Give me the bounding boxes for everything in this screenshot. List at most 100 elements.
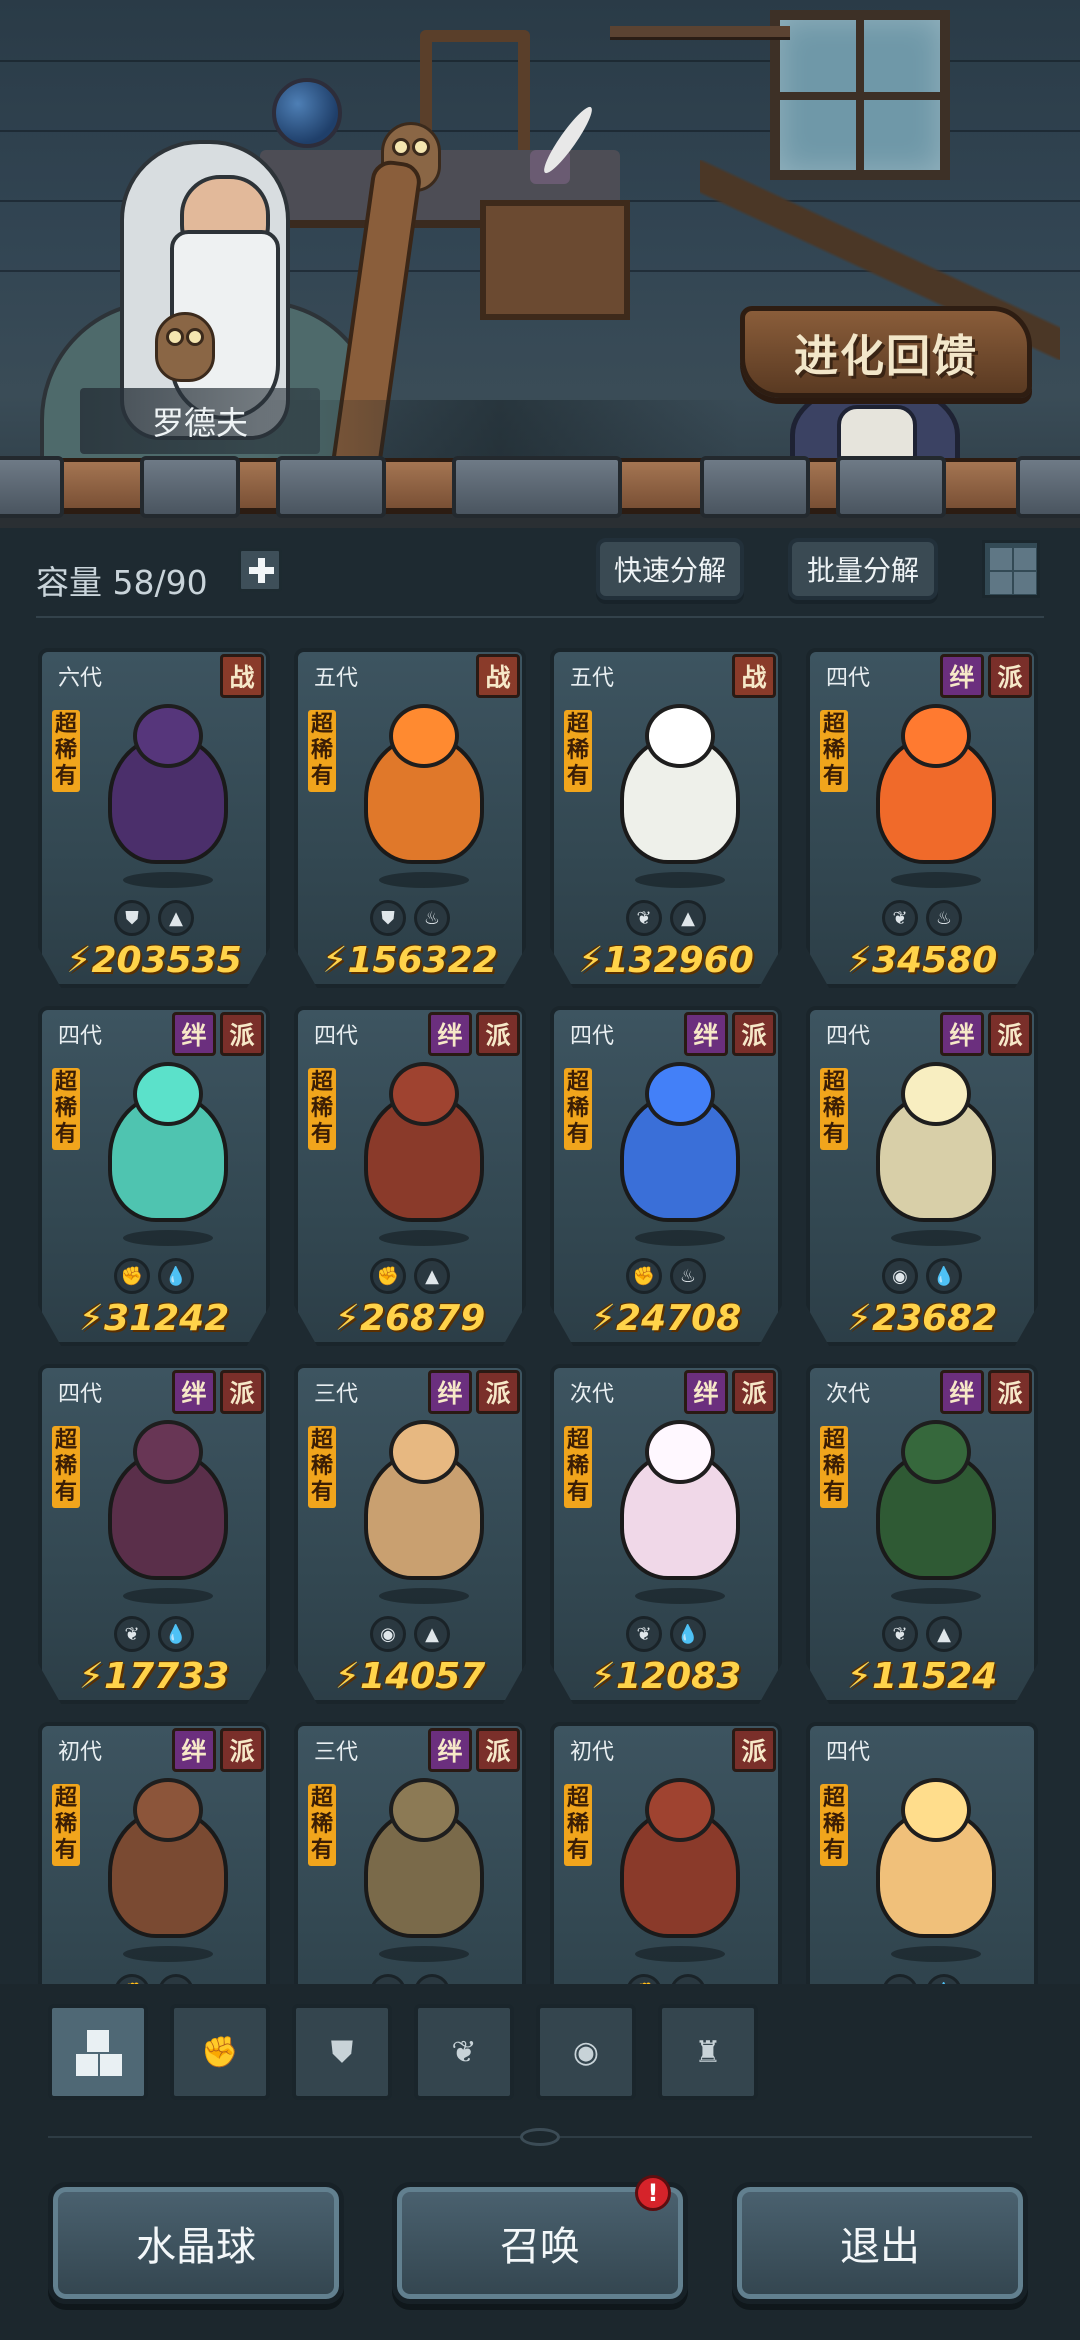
shield-icon: ⛊ xyxy=(330,2034,354,2070)
shield-icon: ⛊ xyxy=(114,900,150,936)
fist-icon: ✊ xyxy=(114,1974,150,1984)
creature-head xyxy=(389,1062,459,1126)
rarity-char: 超 xyxy=(310,712,333,737)
fire-icon: ♨ xyxy=(414,1974,450,1984)
combat-power: ⚡14057 xyxy=(298,1656,522,1697)
platform-stone xyxy=(1016,456,1080,518)
sprout-icon: ❦ xyxy=(882,1974,918,1984)
trait-tag: 绊 xyxy=(684,1370,728,1414)
creature-head xyxy=(901,1420,971,1484)
rarity-char: 稀 xyxy=(54,1096,77,1121)
creature-card[interactable]: 次代 绊派 超稀有 ❦ 💧 ⚡12083 xyxy=(550,1364,782,1704)
inventory-header: 容量 58/90 快速分解 批量分解 xyxy=(0,528,1080,618)
wooden-platform xyxy=(0,456,1080,528)
sprout-icon: ❦ xyxy=(114,1616,150,1652)
rarity-char: 超 xyxy=(310,1070,333,1095)
combat-power: ⚡23682 xyxy=(810,1298,1034,1339)
creature-card[interactable]: 五代 战 超稀有 ❦ ▲ ⚡132960 xyxy=(550,648,782,988)
rarity-char: 超 xyxy=(566,712,589,737)
water-icon: 💧 xyxy=(926,1974,962,1984)
rarity-badge: 超稀有 xyxy=(52,710,80,792)
creature-portrait xyxy=(856,1778,1016,1968)
creature-shadow xyxy=(379,1230,469,1246)
trait-tag: 战 xyxy=(220,654,264,698)
creature-shadow xyxy=(123,1230,213,1246)
rarity-char: 有 xyxy=(822,1838,845,1863)
creature-card[interactable]: 四代 绊派 超稀有 ❦ ♨ ⚡34580 xyxy=(806,648,1038,988)
combat-power: ⚡26879 xyxy=(298,1298,522,1339)
filter-tab-fist[interactable]: ✊ xyxy=(170,2004,270,2100)
owl-eye xyxy=(186,328,204,346)
power-icon: ⚡ xyxy=(846,940,873,981)
creature-card[interactable]: 四代 绊派 超稀有 ✊ ▲ ⚡26879 xyxy=(294,1006,526,1346)
platform-stone xyxy=(452,456,622,518)
combat-power: ⚡31242 xyxy=(42,1298,266,1339)
power-icon: ⚡ xyxy=(590,1656,617,1697)
creature-card[interactable]: 四代 绊派 超稀有 ✊ 💧 ⚡31242 xyxy=(38,1006,270,1346)
combat-power-value: 14057 xyxy=(360,1656,486,1697)
creature-card[interactable]: 四代 绊派 超稀有 ✊ ♨ ⚡24708 xyxy=(550,1006,782,1346)
combat-power: ⚡11524 xyxy=(810,1656,1034,1697)
trait-tag: 绊 xyxy=(940,1012,984,1056)
evolution-feedback-button[interactable]: 进化回馈 xyxy=(740,306,1032,398)
summon-button[interactable]: 召唤 ! xyxy=(392,2175,688,2304)
filter-tab-alien[interactable]: ◉ xyxy=(536,2004,636,2100)
rarity-char: 超 xyxy=(822,1786,845,1811)
creature-card[interactable]: 四代 超稀有 ❦ 💧 xyxy=(806,1722,1038,1984)
expand-capacity-button[interactable] xyxy=(238,548,282,592)
trait-tag: 派 xyxy=(732,1012,776,1056)
evolution-feedback-label: 进化回馈 xyxy=(794,331,978,382)
creature-card[interactable]: 四代 绊派 超稀有 ❦ 💧 ⚡17733 xyxy=(38,1364,270,1704)
rarity-badge: 超稀有 xyxy=(820,1426,848,1508)
combat-power: ⚡24708 xyxy=(554,1298,778,1339)
rarity-char: 超 xyxy=(566,1070,589,1095)
creature-card[interactable]: 六代 战 超稀有 ⛊ ▲ ⚡203535 xyxy=(38,648,270,988)
trait-tag: 绊 xyxy=(940,654,984,698)
rarity-char: 稀 xyxy=(54,1812,77,1837)
creature-card[interactable]: 初代 派 超稀有 ✊ ♨ xyxy=(550,1722,782,1984)
rarity-char: 有 xyxy=(54,1122,77,1147)
rarity-char: 稀 xyxy=(310,738,333,763)
trait-tag: 绊 xyxy=(172,1728,216,1772)
rarity-char: 有 xyxy=(822,1480,845,1505)
creature-head xyxy=(133,1062,203,1126)
creature-card[interactable]: 三代 绊派 超稀有 ◉ ▲ ⚡14057 xyxy=(294,1364,526,1704)
creature-card[interactable]: 四代 绊派 超稀有 ◉ 💧 ⚡23682 xyxy=(806,1006,1038,1346)
creature-card[interactable]: 初代 绊派 超稀有 ✊ ♨ xyxy=(38,1722,270,1984)
trait-tags: 战 xyxy=(732,654,776,698)
water-icon: 💧 xyxy=(158,1616,194,1652)
filter-tab-tower[interactable]: ♜ xyxy=(658,2004,758,2100)
filter-tab-all[interactable] xyxy=(48,2004,148,2100)
quick-decompose-button[interactable]: 快速分解 xyxy=(596,538,744,600)
generation-label: 三代 xyxy=(314,1382,359,1407)
creature-card[interactable]: 五代 战 超稀有 ⛊ ♨ ⚡156322 xyxy=(294,648,526,988)
earth-icon: ▲ xyxy=(670,900,706,936)
trait-tags: 绊派 xyxy=(428,1728,520,1772)
batch-decompose-button[interactable]: 批量分解 xyxy=(788,538,938,600)
trait-tags: 绊派 xyxy=(172,1012,264,1056)
creature-portrait xyxy=(600,704,760,894)
creature-head xyxy=(389,1778,459,1842)
bookshelf xyxy=(610,26,790,40)
rarity-char: 稀 xyxy=(310,1096,333,1121)
trait-tags: 绊派 xyxy=(940,1012,1032,1056)
trait-tag: 派 xyxy=(476,1370,520,1414)
trait-tag: 派 xyxy=(220,1728,264,1772)
rarity-char: 超 xyxy=(310,1786,333,1811)
filter-tab-sprout[interactable]: ❦ xyxy=(414,2004,514,2100)
exit-button[interactable]: 退出 xyxy=(732,2182,1028,2304)
rarity-char: 稀 xyxy=(566,738,589,763)
trait-tag: 派 xyxy=(988,654,1032,698)
crystal-ball-button[interactable]: 水晶球 xyxy=(48,2182,344,2304)
filter-tab-shield[interactable]: ⛊ xyxy=(292,2004,392,2100)
creature-card[interactable]: 次代 绊派 超稀有 ❦ ▲ ⚡11524 xyxy=(806,1364,1038,1704)
fist-icon: ✊ xyxy=(626,1258,662,1294)
rarity-char: 稀 xyxy=(54,738,77,763)
creature-card[interactable]: 三代 绊派 超稀有 ◉ ♨ xyxy=(294,1722,526,1984)
rarity-badge: 超稀有 xyxy=(564,1426,592,1508)
creature-portrait xyxy=(88,704,248,894)
window-bar xyxy=(780,92,940,100)
rarity-char: 有 xyxy=(310,1480,333,1505)
grid-view-icon[interactable] xyxy=(982,540,1040,598)
trait-tag: 派 xyxy=(988,1370,1032,1414)
